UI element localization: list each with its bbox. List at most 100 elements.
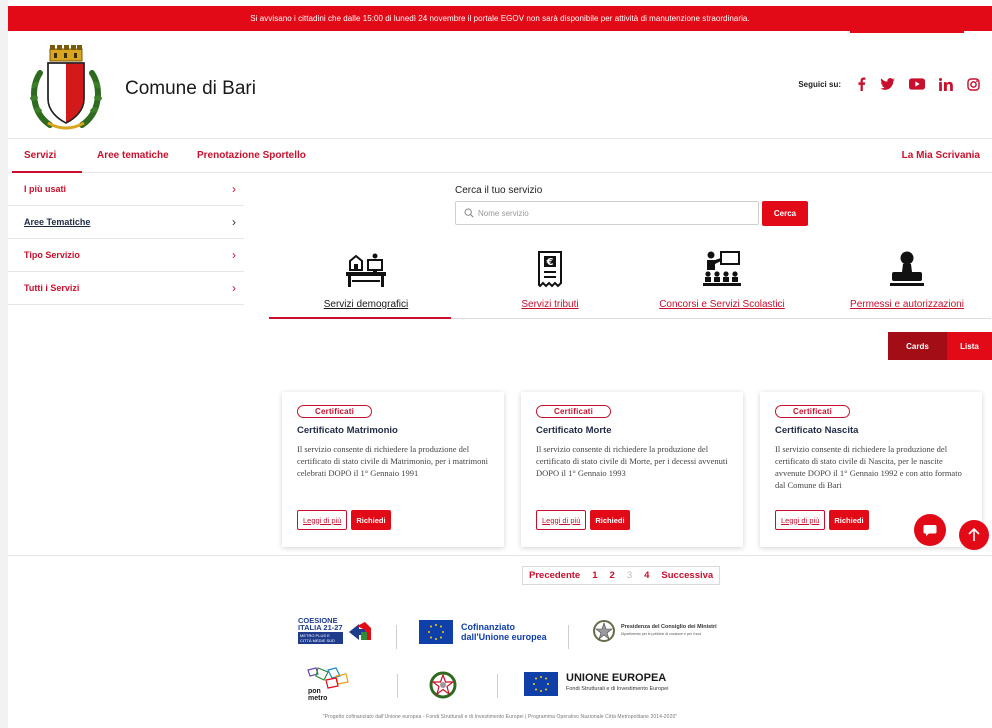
coesione-line2: ITALIA 21-27 bbox=[298, 623, 343, 632]
sidebar-item-tipo-servizio[interactable]: Tipo Servizio › bbox=[8, 239, 244, 272]
sidebar-item-label: Aree Tematiche bbox=[24, 217, 91, 227]
category-active-indicator bbox=[269, 317, 451, 319]
ue-subtitle: Fondi Strutturali e di Investimento Euro… bbox=[566, 686, 669, 692]
stamp-icon bbox=[890, 251, 924, 286]
coesione-line4: CITTÀ MEDIE SUD bbox=[300, 638, 335, 643]
card-description: Il servizio consente di richiedere la pr… bbox=[297, 444, 488, 478]
card-description: Il servizio consente di richiedere la pr… bbox=[536, 444, 728, 478]
view-lista-button[interactable]: Lista bbox=[947, 332, 992, 360]
main-nav: Servizi Aree tematiche Prenotazione Spor… bbox=[8, 140, 992, 173]
sidebar-item-aree-tematiche[interactable]: Aree Tematiche › bbox=[8, 206, 244, 239]
service-card-matrimonio: Certificati Certificato Matrimonio Il se… bbox=[282, 392, 504, 547]
twitter-icon[interactable] bbox=[880, 78, 895, 90]
back-to-top-button[interactable] bbox=[959, 520, 989, 550]
instagram-icon[interactable] bbox=[967, 77, 980, 91]
pagination-page-2[interactable]: 2 bbox=[604, 567, 621, 584]
category-badge[interactable]: Certificati bbox=[775, 405, 851, 418]
category-label: Servizi tributi bbox=[521, 299, 579, 310]
alert-text: Si avvisano i cittadini che dalle 15:00 … bbox=[250, 14, 750, 23]
category-concorsi-servizi-scolastici[interactable]: Concorsi e Servizi Scolastici bbox=[652, 248, 792, 310]
classroom-icon bbox=[703, 251, 741, 286]
coat-of-arms-logo[interactable] bbox=[26, 43, 106, 133]
sidebar-item-label: Tutti i Servizi bbox=[24, 283, 80, 293]
pagination-page-1[interactable]: 1 bbox=[586, 567, 603, 584]
chat-bubble-icon bbox=[923, 524, 937, 536]
logo-separator bbox=[397, 674, 398, 698]
site-title[interactable]: Comune di Bari bbox=[125, 78, 256, 100]
repubblica-italiana-emblem-icon[interactable] bbox=[428, 670, 458, 700]
request-button[interactable]: Richiedi bbox=[829, 510, 869, 530]
linkedin-icon[interactable] bbox=[939, 77, 953, 91]
logo-separator bbox=[396, 625, 397, 649]
search-icon bbox=[464, 208, 474, 218]
sidebar-item-tutti-i-servizi[interactable]: Tutti i Servizi › bbox=[8, 272, 244, 305]
pagination-page-4[interactable]: 4 bbox=[638, 567, 655, 584]
view-toggle: Cards Lista bbox=[888, 332, 992, 360]
category-badge[interactable]: Certificati bbox=[536, 405, 612, 418]
presidenza-line2: Dipartimento per le politiche di coesion… bbox=[621, 632, 702, 636]
social-links: Seguici su: bbox=[798, 77, 980, 91]
service-card-morte: Certificati Certificato Morte Il servizi… bbox=[521, 392, 743, 547]
nav-item-servizi[interactable]: Servizi bbox=[24, 150, 56, 161]
coesione-italia-logo[interactable]: COESIONE ITALIA 21-27 METRO PLUS E CITTÀ… bbox=[298, 617, 373, 644]
sidebar-item-label: Tipo Servizio bbox=[24, 250, 80, 260]
eu-cofin-line1: Cofinanziato bbox=[461, 622, 515, 632]
search-button[interactable]: Cerca bbox=[762, 201, 808, 226]
ponmetro-line2: metro bbox=[308, 695, 328, 702]
search-box bbox=[455, 201, 759, 225]
eu-cofin-line2: dall'Unione europea bbox=[461, 632, 547, 642]
youtube-icon[interactable] bbox=[909, 78, 925, 90]
pagination-prev[interactable]: Precedente bbox=[523, 567, 586, 584]
card-description: Il servizio consente di richiedere la pr… bbox=[775, 444, 962, 490]
read-more-button[interactable]: Leggi di più bbox=[775, 510, 826, 530]
nav-item-la-mia-scrivania[interactable]: La Mia Scrivania bbox=[902, 150, 980, 161]
pon-metro-text: pon metro bbox=[308, 688, 327, 702]
search-input[interactable] bbox=[478, 208, 738, 218]
presidenza-consiglio-logo[interactable]: Presidenza del Consiglio dei Ministri Di… bbox=[592, 619, 717, 643]
unione-europea-logo[interactable]: UNIONE EUROPEA Fondi Strutturali e di In… bbox=[524, 672, 668, 696]
chevron-right-icon: › bbox=[232, 215, 236, 229]
nav-item-prenotazione-sportello[interactable]: Prenotazione Sportello bbox=[197, 150, 306, 161]
facebook-icon[interactable] bbox=[857, 77, 866, 91]
social-label: Seguici su: bbox=[798, 79, 841, 89]
category-servizi-demografici[interactable]: Servizi demografici bbox=[301, 248, 431, 310]
italian-emblem-icon bbox=[593, 620, 615, 642]
footer-note: "Progetto cofinanziato dall'Unione europ… bbox=[322, 714, 678, 720]
ue-title: UNIONE EUROPEA bbox=[566, 672, 667, 684]
category-servizi-tributi[interactable]: € Servizi tributi bbox=[500, 248, 600, 310]
category-badge[interactable]: Certificati bbox=[297, 405, 373, 418]
arrow-up-icon bbox=[968, 528, 980, 541]
service-card-nascita: Certificati Certificato Nascita Il servi… bbox=[760, 392, 982, 547]
card-title: Certificato Matrimonio bbox=[297, 425, 398, 436]
category-label: Permessi e autorizzazioni bbox=[850, 299, 964, 310]
pagination-next[interactable]: Successiva bbox=[655, 567, 719, 584]
maintenance-alert: Si avvisano i cittadini che dalle 15:00 … bbox=[8, 6, 992, 33]
chat-button[interactable] bbox=[914, 514, 946, 546]
search-label: Cerca il tuo servizio bbox=[455, 185, 543, 196]
logo-separator bbox=[497, 674, 498, 698]
request-button[interactable]: Richiedi bbox=[590, 510, 630, 530]
read-more-button[interactable]: Leggi di più bbox=[297, 510, 348, 530]
sidebar-item-piu-usati[interactable]: I più usati › bbox=[8, 173, 244, 206]
eu-cofinanziato-logo[interactable]: Cofinanziato dall'Unione europea bbox=[419, 620, 547, 644]
site-header: Comune di Bari Seguici su: bbox=[8, 31, 992, 139]
sidebar-item-label: I più usati bbox=[24, 184, 67, 194]
nav-item-aree-tematiche[interactable]: Aree tematiche bbox=[97, 150, 169, 161]
chevron-right-icon: › bbox=[232, 182, 236, 196]
category-permessi-autorizzazioni[interactable]: Permessi e autorizzazioni bbox=[842, 248, 972, 310]
coesione-arrows-icon bbox=[348, 621, 371, 640]
services-sidebar: I più usati › Aree Tematiche › Tipo Serv… bbox=[8, 173, 244, 305]
section-divider bbox=[8, 555, 992, 556]
category-label: Concorsi e Servizi Scolastici bbox=[659, 299, 785, 310]
eu-flag-icon bbox=[419, 620, 453, 644]
view-cards-button[interactable]: Cards bbox=[888, 332, 947, 360]
request-button[interactable]: Richiedi bbox=[351, 510, 391, 530]
pagination-page-3[interactable]: 3 bbox=[621, 567, 638, 584]
category-label: Servizi demografici bbox=[323, 299, 409, 310]
pagination: Precedente 1 2 3 4 Successiva bbox=[522, 566, 721, 585]
chevron-right-icon: › bbox=[232, 248, 236, 262]
card-title: Certificato Morte bbox=[536, 425, 612, 436]
page: Si avvisano i cittadini che dalle 15:00 … bbox=[8, 0, 992, 728]
read-more-button[interactable]: Leggi di più bbox=[536, 510, 587, 530]
eu-flag-icon bbox=[524, 672, 558, 696]
